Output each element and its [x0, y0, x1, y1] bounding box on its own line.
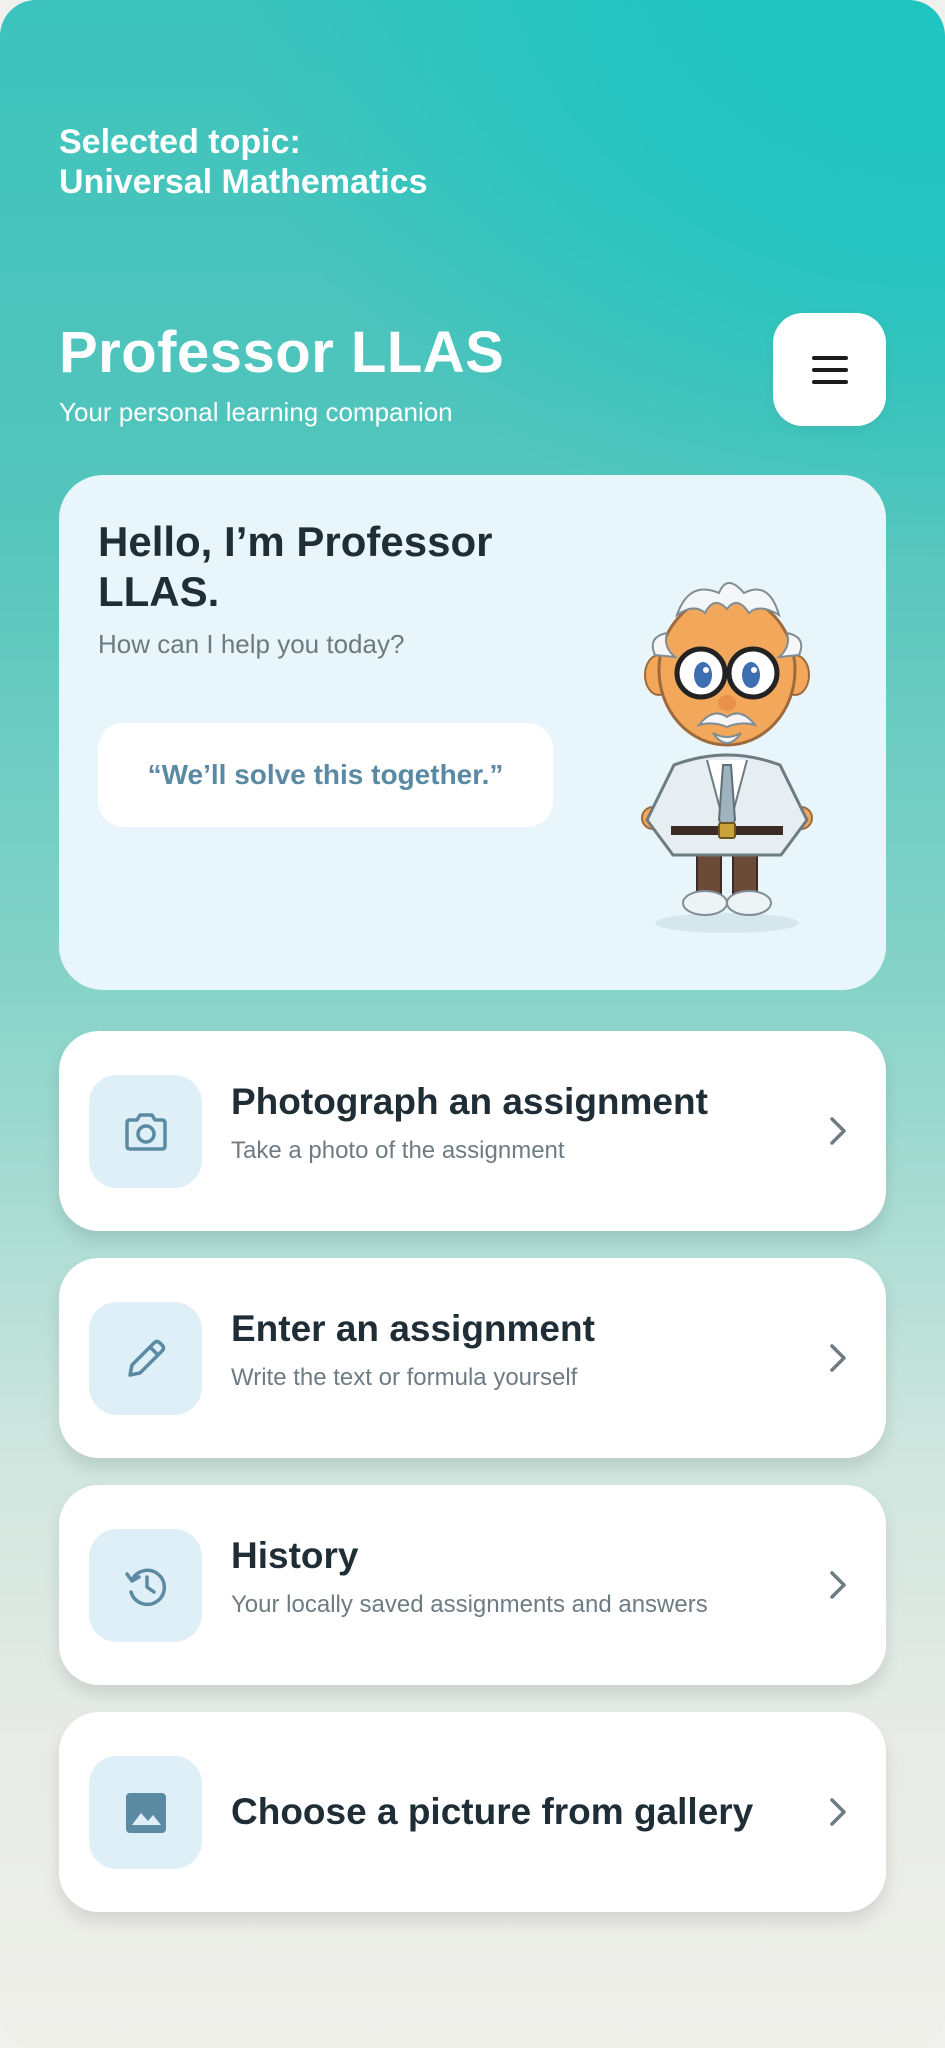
action-description: Your locally saved assignments and answe…: [231, 1591, 708, 1618]
chevron-right-icon: [830, 1117, 846, 1145]
app-screen: Selected topic: Universal Mathematics Pr…: [0, 0, 945, 2048]
action-choose-gallery-picture[interactable]: Choose a picture from gallery: [59, 1712, 886, 1912]
action-description: Write the text or formula yourself: [231, 1364, 578, 1391]
action-enter-assignment[interactable]: Enter an assignment Write the text or fo…: [59, 1258, 886, 1458]
greeting-text: Hello, I’m Professor LLAS.: [98, 518, 493, 615]
camera-icon-box: [89, 1075, 202, 1188]
pencil-icon: [127, 1339, 165, 1377]
app-title: Professor LLAS: [59, 320, 505, 385]
selected-topic-label: Selected topic: Universal Mathematics: [59, 123, 428, 201]
image-icon: [125, 1792, 166, 1833]
welcome-card: Hello, I’m Professor LLAS. How can I hel…: [59, 475, 886, 990]
action-title: Choose a picture from gallery: [231, 1791, 754, 1832]
action-title: Enter an assignment: [231, 1308, 595, 1349]
app-subtitle: Your personal learning companion: [59, 397, 453, 427]
help-question: How can I help you today?: [98, 629, 405, 659]
action-history[interactable]: History Your locally saved assignments a…: [59, 1485, 886, 1685]
quote-bubble: “We’ll solve this together.”: [98, 723, 553, 827]
action-title: Photograph an assignment: [231, 1081, 708, 1122]
action-title: History: [231, 1535, 359, 1576]
chevron-right-icon: [830, 1798, 846, 1826]
chevron-right-icon: [830, 1571, 846, 1599]
action-description: Take a photo of the assignment: [231, 1137, 565, 1164]
image-icon-box: [89, 1756, 202, 1869]
hamburger-menu-icon: [811, 355, 848, 384]
menu-button[interactable]: [773, 313, 886, 426]
professor-mascot-icon: [641, 582, 813, 933]
pencil-icon-box: [89, 1302, 202, 1415]
history-icon: [124, 1568, 166, 1606]
action-photograph-assignment[interactable]: Photograph an assignment Take a photo of…: [59, 1031, 886, 1231]
history-icon-box: [89, 1529, 202, 1642]
camera-icon: [124, 1112, 167, 1151]
chevron-right-icon: [830, 1344, 846, 1372]
